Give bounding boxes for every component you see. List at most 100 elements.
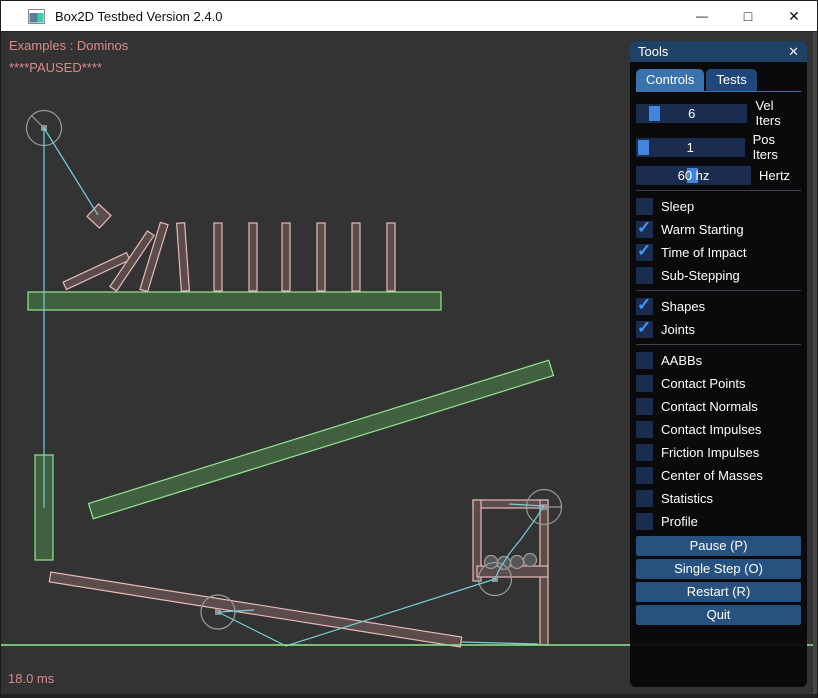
checkbox-label: Center of Masses: [661, 468, 763, 483]
checkbox-label: Time of Impact: [661, 245, 746, 260]
checkbox-label: Profile: [661, 514, 698, 529]
single-step-o-button[interactable]: Single Step (O): [636, 559, 801, 579]
domino-standing[interactable]: [317, 223, 325, 291]
pendulum-box[interactable]: [87, 204, 111, 228]
domino-platform: [28, 292, 441, 310]
checkbox-contact-normals[interactable]: [636, 398, 653, 415]
checkbox-row: Contact Impulses: [636, 421, 801, 438]
checkbox-joints[interactable]: ✓: [636, 321, 653, 338]
checkbox-label: AABBs: [661, 353, 702, 368]
check-icon: ✓: [637, 241, 651, 261]
checkbox-warm-starting[interactable]: ✓: [636, 221, 653, 238]
checkbox-shapes[interactable]: ✓: [636, 298, 653, 315]
restart-r-button[interactable]: Restart (R): [636, 582, 801, 602]
pendulum-rope: [44, 128, 98, 215]
app-window: Box2D Testbed Version 2.4.0 — □ ✕ Examples…: [0, 0, 818, 698]
slider-label: Hertz: [759, 168, 790, 183]
minimize-button[interactable]: —: [679, 1, 725, 31]
checkbox-profile[interactable]: [636, 513, 653, 530]
checkbox-label: Contact Points: [661, 376, 746, 391]
window-title: Box2D Testbed Version 2.4.0: [55, 9, 222, 24]
checkbox-label: Friction Impulses: [661, 445, 759, 460]
checkbox-row: AABBs: [636, 352, 801, 369]
minimize-icon: —: [696, 9, 708, 23]
checkbox-sub-stepping[interactable]: [636, 267, 653, 284]
check-icon: ✓: [637, 218, 651, 238]
close-button[interactable]: ✕: [771, 1, 817, 31]
tools-panel-title: Tools: [638, 44, 668, 59]
slider-value: 60 hz: [636, 166, 751, 185]
checkbox-label: Sleep: [661, 199, 694, 214]
close-icon[interactable]: ✕: [788, 44, 799, 60]
checkbox-row: ✓ Time of Impact: [636, 244, 801, 261]
maximize-button[interactable]: □: [725, 1, 771, 31]
checkbox-list: Sleep✓Warm Starting✓Time of ImpactSub-St…: [636, 190, 801, 530]
checkbox-row: Contact Points: [636, 375, 801, 392]
domino-standing[interactable]: [282, 223, 290, 291]
checkbox-aabbs[interactable]: [636, 352, 653, 369]
checkbox-row: ✓ Joints: [636, 321, 801, 338]
ramp: [89, 360, 554, 519]
checkbox-label: Contact Normals: [661, 399, 758, 414]
tools-panel-header[interactable]: Tools ✕: [630, 41, 807, 62]
tools-panel-content: 6 Vel Iters 1Pos Iters 60 hz Hertz Sleep ✓War…: [630, 92, 807, 625]
check-icon: ✓: [637, 318, 651, 338]
domino-standing[interactable]: [352, 223, 360, 291]
window-controls: — □ ✕: [679, 1, 817, 31]
checkbox-friction-impulses[interactable]: [636, 444, 653, 461]
slider-hertz[interactable]: 60 hz: [636, 166, 751, 185]
slider-row: 6 Vel Iters: [636, 98, 801, 128]
circle-radius-line: [32, 116, 45, 129]
tab-controls[interactable]: Controls: [636, 69, 704, 91]
close-icon: ✕: [788, 8, 800, 25]
title-bar: Box2D Testbed Version 2.4.0 — □ ✕: [1, 1, 817, 32]
separator: [636, 290, 801, 291]
checkbox-sleep[interactable]: [636, 198, 653, 215]
checkbox-center-of-masses[interactable]: [636, 467, 653, 484]
slider-label: Vel Iters: [755, 98, 801, 128]
checkbox-contact-impulses[interactable]: [636, 421, 653, 438]
tools-panel: Tools ✕ ControlsTests 6 Vel Iters 1Pos Ite…: [630, 41, 807, 687]
slider-list: 6 Vel Iters 1Pos Iters 60 hz Hertz: [636, 98, 801, 185]
checkbox-label: Contact Impulses: [661, 422, 761, 437]
ball[interactable]: [524, 554, 537, 567]
checkbox-statistics[interactable]: [636, 490, 653, 507]
checkbox-row: Contact Normals: [636, 398, 801, 415]
domino-standing[interactable]: [214, 223, 222, 291]
pause-p-button[interactable]: Pause (P): [636, 536, 801, 556]
button-list: Pause (P) Single Step (O) Restart (R) Quit: [636, 536, 801, 625]
checkbox-label: Joints: [661, 322, 695, 337]
checkbox-label: Sub-Stepping: [661, 268, 740, 283]
checkbox-row: Sub-Stepping: [636, 267, 801, 284]
checkbox-time-of-impact[interactable]: ✓: [636, 244, 653, 261]
domino-fallen[interactable]: [140, 222, 168, 291]
slider-row: 1Pos Iters: [636, 132, 801, 162]
window-bottom-edge: [1, 694, 818, 698]
frame-time: 18.0 ms: [8, 671, 54, 686]
ball[interactable]: [511, 556, 524, 569]
paused-status: ****PAUSED****: [9, 60, 102, 75]
checkbox-row: ✓Warm Starting: [636, 221, 801, 238]
domino-standing[interactable]: [177, 223, 190, 291]
slider-vel-iters[interactable]: 6: [636, 104, 747, 123]
ground-rope: [461, 642, 538, 644]
slider-pos-iters[interactable]: 1: [636, 138, 745, 157]
check-icon: ✓: [637, 295, 651, 315]
domino-standing[interactable]: [249, 223, 257, 291]
checkbox-contact-points[interactable]: [636, 375, 653, 392]
example-label: Examples : Dominos: [9, 38, 128, 53]
checkbox-label: Statistics: [661, 491, 713, 506]
tab-bar: ControlsTests: [636, 69, 801, 92]
checkbox-row: Friction Impulses: [636, 444, 801, 461]
tab-tests[interactable]: Tests: [706, 69, 756, 91]
window-resize-edge: [813, 32, 818, 694]
separator: [636, 190, 801, 191]
quit-button[interactable]: Quit: [636, 605, 801, 625]
checkbox-row: Sleep: [636, 198, 801, 215]
checkbox-row: Center of Masses: [636, 467, 801, 484]
slider-value: 6: [636, 104, 747, 123]
domino-standing[interactable]: [387, 223, 395, 291]
checkbox-row: Statistics: [636, 490, 801, 507]
slider-value: 1: [636, 138, 745, 157]
checkbox-row: ✓Shapes: [636, 298, 801, 315]
